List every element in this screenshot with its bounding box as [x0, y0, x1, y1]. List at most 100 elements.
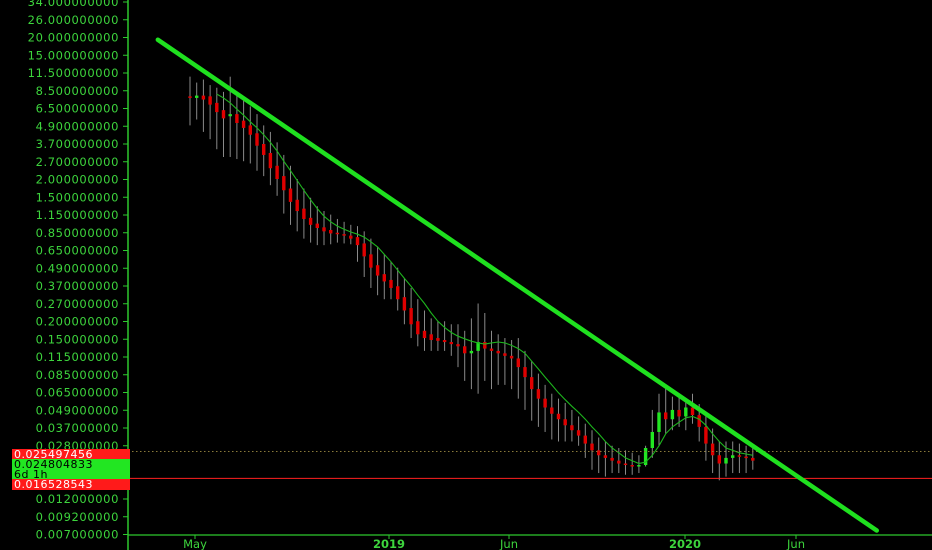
candle-body — [496, 350, 500, 354]
candle-body — [382, 274, 386, 282]
candle — [335, 218, 340, 243]
candle-body — [322, 227, 326, 232]
y-tick-label: 1.500000000 — [36, 190, 119, 204]
y-tick-label: 15.000000000 — [28, 48, 119, 62]
candle-body — [617, 460, 621, 464]
candle-body — [315, 223, 319, 229]
candle-body — [442, 340, 447, 343]
candle-body — [489, 348, 494, 351]
candle — [369, 238, 373, 288]
candle — [195, 82, 199, 120]
candle — [241, 99, 246, 162]
candle — [610, 445, 614, 474]
candle-body — [576, 430, 581, 436]
candle-body — [302, 208, 306, 219]
candle — [422, 310, 427, 351]
candle — [570, 409, 574, 442]
candle — [382, 254, 386, 300]
y-tick-label: 20.000000000 — [28, 31, 119, 45]
candle — [650, 409, 654, 458]
candle-body — [710, 443, 715, 456]
candle — [409, 287, 413, 339]
candle-body — [690, 407, 695, 416]
candle — [597, 437, 601, 474]
axes — [127, 0, 932, 550]
y-tick-label: 0.012000000 — [36, 492, 119, 506]
candle — [690, 393, 695, 424]
candle — [563, 402, 567, 442]
y-tick-label: 2.700000000 — [36, 155, 119, 169]
candle-body — [449, 342, 453, 345]
candle — [657, 393, 661, 446]
candle-body — [657, 412, 661, 432]
y-tick-label: 8.500000000 — [36, 84, 119, 98]
candle — [221, 91, 226, 157]
candle — [416, 299, 420, 347]
candle-body — [268, 152, 273, 169]
candle-body — [570, 425, 574, 431]
candle — [288, 165, 293, 225]
candle-body — [456, 344, 460, 347]
candle — [389, 261, 393, 300]
candle-body — [369, 254, 373, 268]
candle — [630, 452, 634, 475]
candle-body — [402, 297, 407, 311]
y-tick-label: 11.500000000 — [28, 66, 119, 80]
candle-body — [329, 229, 333, 234]
candle — [670, 396, 675, 431]
price-chart[interactable]: 34.000000000 26.000000000 20.000000000 15.0… — [0, 0, 932, 550]
candle-body — [409, 308, 413, 325]
support-price-label: 0.016528543 — [12, 479, 130, 490]
x-tick-label: 2019 — [373, 537, 405, 550]
x-tick-label: 2020 — [669, 537, 701, 550]
y-tick-label: 0.065000000 — [36, 386, 119, 400]
candle — [396, 267, 400, 311]
candle — [235, 94, 239, 160]
candle-body — [241, 120, 246, 128]
y-tick-label: 0.490000000 — [36, 261, 119, 275]
candle-body — [195, 95, 199, 98]
candle — [329, 214, 333, 245]
candle-body — [248, 125, 252, 135]
candle-body — [215, 102, 219, 113]
candle — [255, 114, 259, 171]
candle-body — [731, 455, 735, 458]
candle-body — [563, 419, 567, 426]
candle — [603, 441, 608, 477]
y-tick-label: 0.270000000 — [36, 297, 119, 311]
y-tick-label: 0.037000000 — [36, 421, 119, 435]
x-tick-label: Jun — [499, 537, 518, 550]
x-tick-label: Jun — [786, 537, 805, 550]
candle-body — [235, 114, 239, 123]
candle-body — [630, 465, 634, 467]
y-tick-label: 34.000000000 — [28, 0, 119, 9]
candle — [704, 412, 708, 461]
candle — [349, 224, 353, 245]
descending-trendline — [155, 37, 879, 533]
candle-body — [583, 435, 587, 444]
candle — [483, 313, 487, 381]
candle — [664, 387, 668, 434]
y-tick-label: 2.000000000 — [36, 173, 119, 187]
y-tick-label: 0.007000000 — [36, 528, 119, 542]
candle-body — [275, 165, 279, 179]
y-tick-label: 0.049000000 — [36, 403, 119, 417]
candle-body — [208, 96, 212, 105]
candle — [302, 188, 306, 239]
candle-body — [436, 338, 440, 341]
candle — [744, 445, 748, 474]
candle — [623, 450, 628, 475]
overlay-lines — [128, 37, 932, 533]
candle — [342, 221, 346, 244]
candle-body — [637, 465, 641, 467]
candle-body — [684, 407, 688, 417]
y-tick-label: 0.115000000 — [36, 350, 119, 364]
candle-body — [603, 455, 608, 458]
candle-body — [295, 199, 299, 212]
y-tick-label: 0.370000000 — [36, 279, 119, 293]
candle-body — [429, 334, 433, 341]
y-tick-label: 4.900000000 — [36, 119, 119, 133]
candle-body — [362, 243, 366, 257]
candle-body — [396, 286, 400, 300]
candle — [469, 318, 474, 390]
